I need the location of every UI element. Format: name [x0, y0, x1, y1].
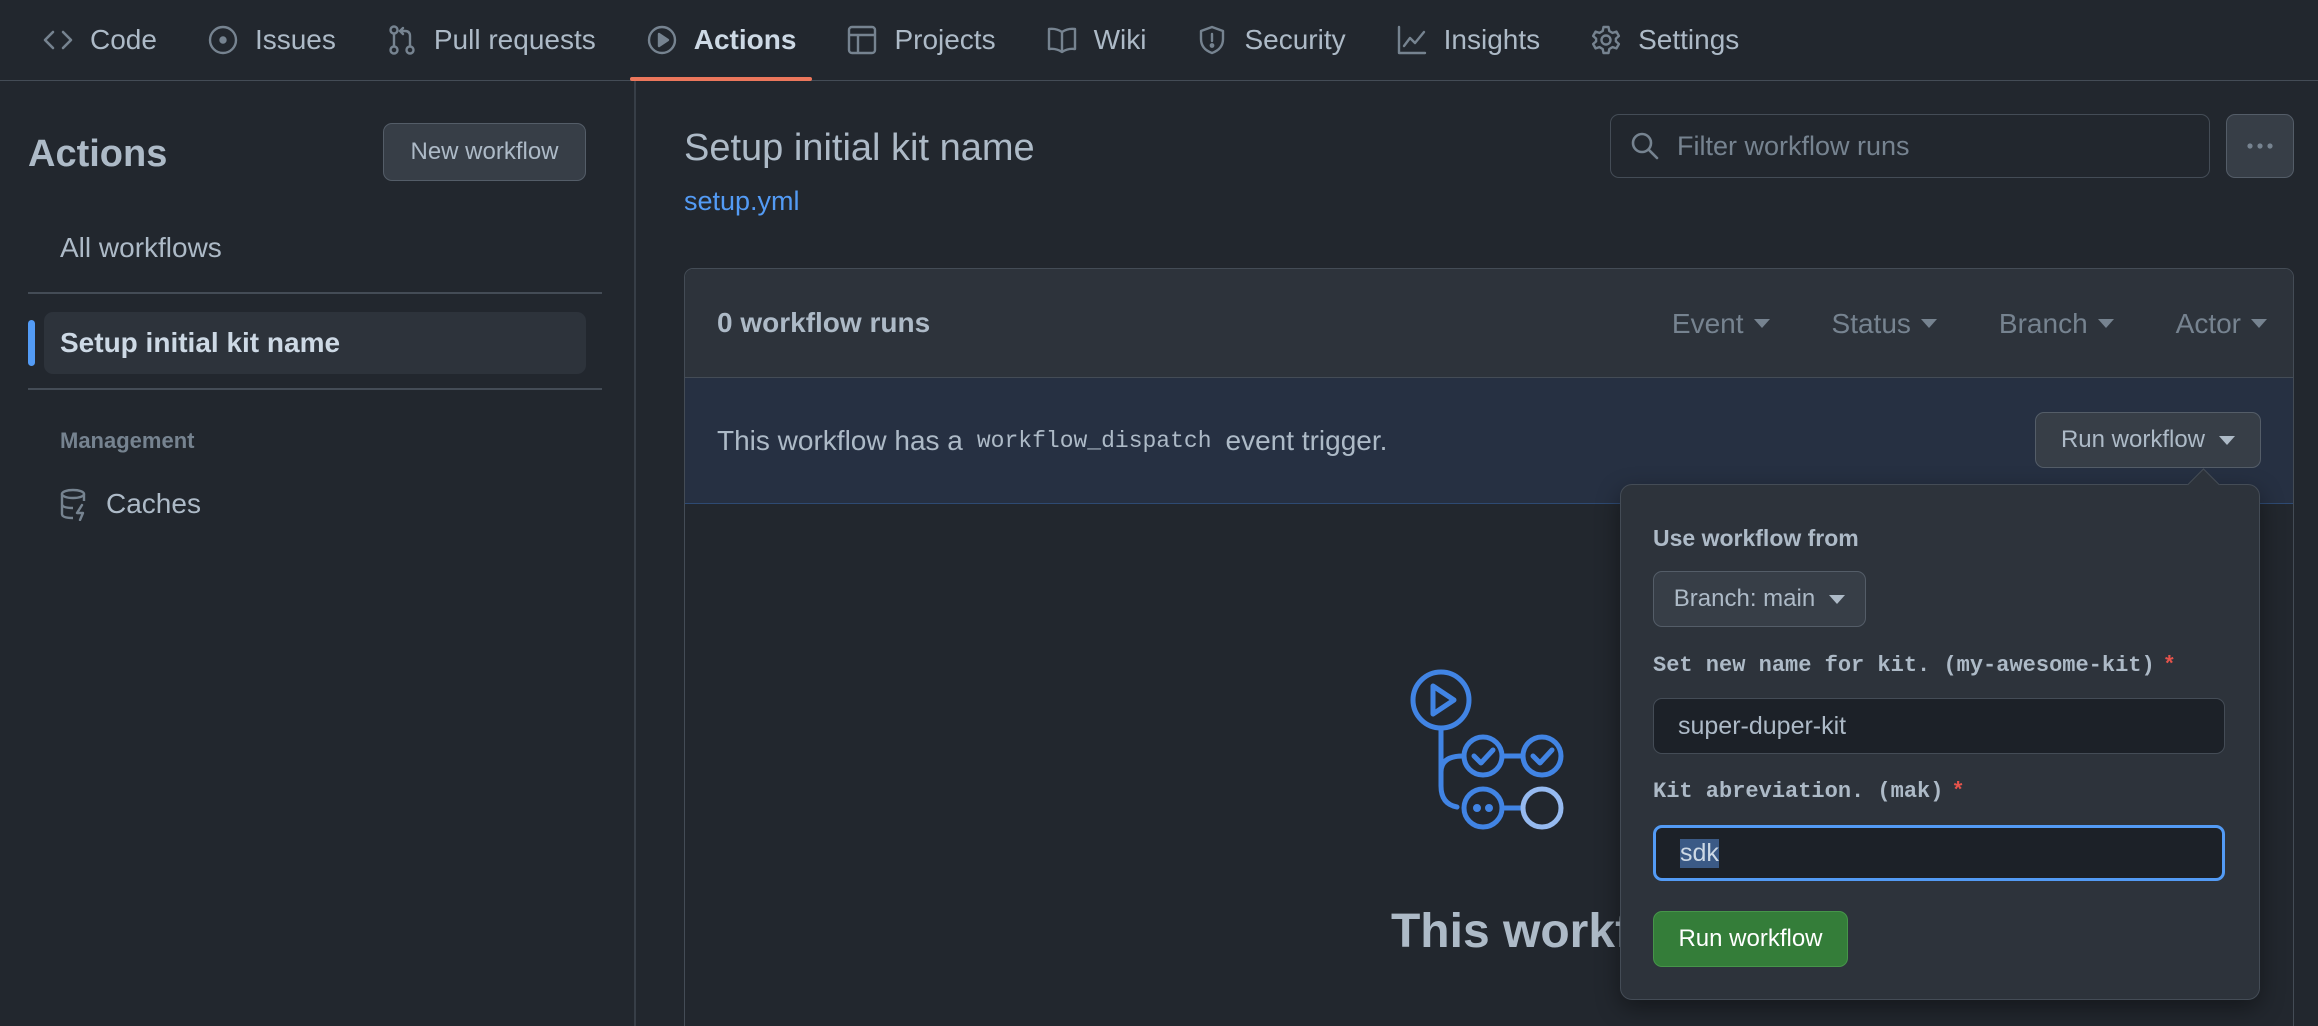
branch-filter-dropdown[interactable]: Branch [1999, 308, 2114, 340]
caret-down-icon [1753, 319, 1770, 328]
dispatch-code: workflow_dispatch [976, 427, 1212, 454]
caret-down-icon [1829, 594, 1846, 604]
filter-label: Actor [2175, 307, 2241, 339]
filter-label: Branch [1998, 307, 2088, 339]
kit-abbreviation-value: sdk [1680, 838, 1719, 868]
workflow-file-link[interactable]: setup.yml [684, 186, 800, 217]
caret-down-icon [2251, 319, 2267, 328]
gear-icon [1590, 24, 1622, 56]
selected-indicator [28, 320, 35, 366]
status-filter-dropdown[interactable]: Status [1832, 308, 1937, 340]
sidebar-item-all-workflows[interactable]: All workflows [44, 217, 586, 279]
kebab-horizontal-icon [2244, 130, 2276, 162]
run-workflow-label: Run workflow [2060, 426, 2206, 453]
sidebar-title: Actions [28, 133, 168, 175]
tab-security[interactable]: Security [1180, 0, 1361, 80]
play-icon [646, 24, 678, 56]
filter-workflow-runs[interactable] [1610, 114, 2210, 178]
tab-label: Insights [1443, 24, 1541, 55]
code-icon [42, 24, 74, 56]
actor-filter-dropdown[interactable]: Actor [2176, 308, 2267, 340]
tab-label: Projects [894, 24, 996, 55]
required-mark: * [1951, 779, 1965, 804]
use-workflow-from-label: Use workflow from [1653, 525, 1859, 551]
sidebar-divider [28, 388, 602, 390]
caret-down-icon [2219, 435, 2236, 445]
run-workflow-popover: Use workflow from Branch: main Set new n… [1620, 484, 2260, 1000]
more-options-button[interactable] [2226, 114, 2294, 178]
kit-name-label-text: Set new name for kit. (my-awesome-kit) [1653, 653, 2155, 678]
tab-label: Settings [1638, 24, 1740, 55]
kit-abbreviation-label-text: Kit abreviation. (mak) [1653, 779, 1944, 804]
tab-insights[interactable]: Insights [1380, 0, 1557, 80]
sidebar-item-setup-initial-kit-name[interactable]: Setup initial kit name [44, 312, 586, 374]
new-workflow-button[interactable]: New workflow [383, 123, 586, 181]
branch-select-button[interactable]: Branch: main [1653, 571, 1866, 627]
repo-nav: Code Issues Pull requests Actions Projec… [0, 0, 2318, 81]
tab-label: Actions [693, 24, 797, 55]
kit-name-label: Set new name for kit. (my-awesome-kit) * [1653, 653, 2176, 678]
sidebar-section-management: Management [60, 428, 195, 453]
filter-label: Event [1671, 307, 1744, 339]
tab-label: Wiki [1093, 24, 1147, 55]
sidebar-divider [28, 292, 602, 294]
graph-icon [1396, 24, 1428, 56]
tab-pull-requests[interactable]: Pull requests [370, 0, 612, 80]
tab-wiki[interactable]: Wiki [1030, 0, 1163, 80]
sidebar-item-label: Caches [106, 488, 201, 519]
kit-abbreviation-label: Kit abreviation. (mak) * [1653, 779, 1965, 804]
workflow-illustration-icon [1405, 666, 1585, 836]
branch-label: Branch: main [1673, 585, 1816, 612]
event-filter-dropdown[interactable]: Event [1672, 308, 1770, 340]
search-input[interactable] [1677, 130, 2197, 162]
pull-request-icon [386, 24, 418, 56]
runs-count: 0 workflow runs [717, 307, 931, 338]
table-icon [846, 24, 878, 56]
tab-label: Security [1244, 24, 1346, 55]
dispatch-text-prefix: This workflow has a [717, 424, 963, 456]
required-mark: * [2162, 653, 2176, 678]
sidebar-border [634, 81, 636, 1026]
kit-name-value: super-duper-kit [1678, 711, 1847, 740]
kit-name-field[interactable]: super-duper-kit [1653, 698, 2225, 754]
runs-header: 0 workflow runs Event Status Branch Acto… [685, 269, 2293, 378]
caret-down-icon [1920, 319, 1937, 328]
tab-issues[interactable]: Issues [191, 0, 352, 80]
tab-label: Pull requests [433, 24, 596, 55]
tab-projects[interactable]: Projects [830, 0, 1011, 80]
tab-code[interactable]: Code [30, 0, 173, 80]
kit-abbreviation-field[interactable]: sdk [1653, 825, 2225, 881]
issue-icon [207, 24, 239, 56]
tab-label: Issues [254, 24, 336, 55]
run-workflow-submit-button[interactable]: Run workflow [1653, 911, 1848, 967]
search-icon [1629, 130, 1661, 162]
run-filters: Event Status Branch Actor [1672, 269, 2267, 378]
book-icon [1046, 24, 1078, 56]
filter-label: Status [1831, 307, 1911, 339]
caret-down-icon [2097, 319, 2114, 328]
tab-settings[interactable]: Settings [1574, 0, 1755, 80]
dispatch-text-suffix: event trigger. [1225, 424, 1388, 456]
run-workflow-dropdown-button[interactable]: Run workflow [2035, 412, 2261, 468]
shield-icon [1196, 24, 1228, 56]
tab-label: Code [90, 24, 157, 55]
tab-actions[interactable]: Actions [629, 0, 813, 81]
sidebar-item-caches[interactable]: Caches [58, 482, 201, 526]
database-icon [58, 487, 92, 521]
page-title: Setup initial kit name [684, 127, 1035, 169]
